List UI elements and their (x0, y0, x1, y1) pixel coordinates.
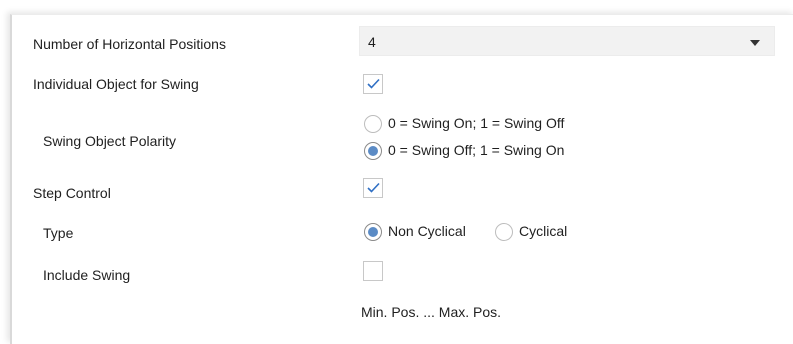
swing-polarity-option-2-radio[interactable] (364, 142, 382, 160)
range-note: Min. Pos. ... Max. Pos. (361, 304, 502, 320)
swing-polarity-option-1-radio[interactable] (364, 115, 382, 133)
swing-polarity-label: Swing Object Polarity (43, 133, 177, 149)
type-non-cyclical-radio[interactable] (364, 223, 382, 241)
include-swing-label: Include Swing (43, 267, 131, 283)
swing-polarity-option-2-label[interactable]: 0 = Swing Off; 1 = Swing On (388, 142, 564, 158)
type-label: Type (43, 225, 74, 241)
individual-swing-checkbox[interactable] (363, 74, 383, 94)
checkmark-icon (367, 182, 380, 193)
swing-polarity-option-1-label[interactable]: 0 = Swing On; 1 = Swing Off (388, 115, 564, 131)
checkmark-icon (367, 78, 380, 89)
chevron-down-icon[interactable] (750, 40, 760, 46)
step-control-label: Step Control (33, 185, 111, 201)
horizontal-positions-value: 4 (368, 34, 376, 50)
parameter-panel: Number of Horizontal Positions 4 Individ… (10, 14, 793, 344)
include-swing-checkbox[interactable] (363, 261, 383, 281)
type-cyclical-radio[interactable] (495, 223, 513, 241)
individual-swing-label: Individual Object for Swing (33, 76, 199, 92)
step-control-checkbox[interactable] (363, 178, 383, 198)
type-cyclical-label[interactable]: Cyclical (519, 223, 567, 239)
horizontal-positions-dropdown[interactable]: 4 (359, 26, 775, 56)
type-non-cyclical-label[interactable]: Non Cyclical (388, 223, 466, 239)
horizontal-positions-label: Number of Horizontal Positions (33, 36, 226, 52)
